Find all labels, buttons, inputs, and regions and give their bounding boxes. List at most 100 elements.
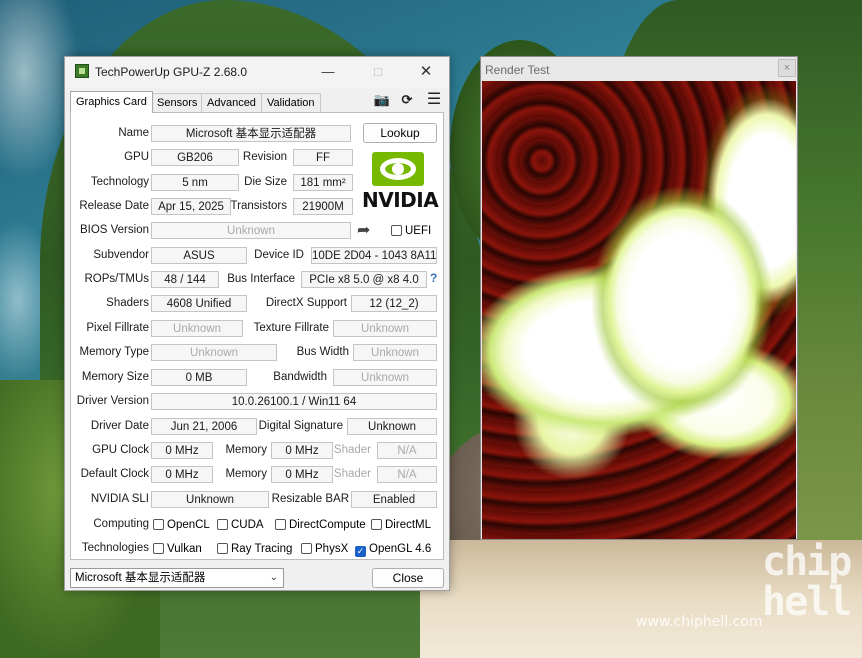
minimize-button[interactable]: —: [305, 59, 351, 85]
rops-tmus-field: 48 / 144: [151, 271, 219, 288]
watermark-logo: chip hell: [762, 539, 852, 625]
memory-size-label: Memory Size: [81, 371, 149, 383]
opengl-label: OpenGL 4.6: [369, 543, 432, 555]
uefi-checkbox-box[interactable]: [391, 225, 402, 236]
directml-checkbox[interactable]: DirectML: [371, 518, 431, 532]
vulkan-checkbox-box[interactable]: [153, 543, 164, 554]
gpu-memory-label: Memory: [225, 444, 267, 456]
default-shader-label: Shader: [333, 468, 371, 480]
release-date-label: Release Date: [79, 200, 149, 212]
uefi-label: UEFI: [405, 225, 432, 237]
ray-tracing-checkbox-box[interactable]: [217, 543, 228, 554]
vulkan-checkbox[interactable]: Vulkan: [153, 542, 202, 556]
physx-checkbox-box[interactable]: [301, 543, 312, 554]
default-memory-label: Memory: [225, 468, 267, 480]
nvidia-logo: NVIDIA: [360, 150, 440, 214]
gpu-clock-label: GPU Clock: [92, 444, 149, 456]
technology-label: Technology: [90, 176, 149, 188]
bandwidth-label: Bandwidth: [273, 371, 327, 383]
rops-tmus-label: ROPs/TMUs: [84, 273, 149, 285]
gpu-memory-field: 0 MHz: [271, 442, 333, 459]
render-test-close-button[interactable]: ×: [778, 59, 796, 77]
texture-fillrate-label: Texture Fillrate: [253, 322, 329, 334]
cuda-checkbox[interactable]: CUDA: [217, 518, 264, 532]
digital-signature-field: Unknown: [347, 418, 437, 435]
tab-validation[interactable]: Validation: [261, 93, 321, 112]
close-window-button[interactable]: ✕: [403, 59, 449, 85]
tab-advanced[interactable]: Advanced: [201, 93, 262, 112]
opengl-checkbox-box[interactable]: ✓: [355, 546, 366, 557]
cuda-label: CUDA: [231, 519, 264, 531]
transistors-label: Transistors: [230, 200, 287, 212]
directcompute-checkbox[interactable]: DirectCompute: [275, 518, 366, 532]
subvendor-label: Subvendor: [93, 249, 149, 261]
directx-support-field: 12 (12_2): [351, 295, 437, 312]
maximize-button[interactable]: □: [355, 59, 401, 85]
tab-graphics-card[interactable]: Graphics Card: [70, 91, 153, 113]
device-select-value: Microsoft 基本显示适配器: [75, 572, 206, 584]
bus-interface-field: PCIe x8 5.0 @ x8 4.0: [301, 271, 427, 288]
technology-field: 5 nm: [151, 174, 239, 191]
opencl-checkbox[interactable]: OpenCL: [153, 518, 210, 532]
device-id-label: Device ID: [254, 249, 304, 261]
vulkan-label: Vulkan: [167, 543, 202, 555]
shaders-label: Shaders: [106, 297, 149, 309]
graphics-card-panel: Name Microsoft 基本显示适配器 Lookup GPU GB206 …: [70, 112, 444, 560]
bios-version-field: Unknown: [151, 222, 351, 239]
digital-signature-label: Digital Signature: [258, 420, 343, 432]
render-test-canvas: [482, 81, 796, 539]
directml-label: DirectML: [385, 519, 432, 531]
device-select[interactable]: Microsoft 基本显示适配器 ⌄: [70, 568, 284, 588]
transistors-field: 21900M: [293, 198, 353, 215]
gpu-shader-field: N/A: [377, 442, 437, 459]
memory-type-field: Unknown: [151, 344, 277, 361]
driver-date-field: Jun 21, 2006: [151, 418, 257, 435]
gpu-clock-field: 0 MHz: [151, 442, 213, 459]
bus-interface-help-icon[interactable]: ?: [430, 271, 437, 285]
render-test-window: Render Test ×: [480, 56, 798, 540]
gpu-field: GB206: [151, 149, 239, 166]
lookup-button[interactable]: Lookup: [363, 123, 437, 143]
ray-tracing-checkbox[interactable]: Ray Tracing: [217, 542, 292, 556]
gpu-shader-label: Shader: [333, 444, 371, 456]
nvidia-wordmark: NVIDIA: [362, 188, 439, 212]
texture-fillrate-field: Unknown: [333, 320, 437, 337]
directx-support-label: DirectX Support: [265, 297, 347, 309]
opencl-checkbox-box[interactable]: [153, 519, 164, 530]
watermark-url: www.chiphell.com: [636, 614, 763, 630]
technologies-label: Technologies: [81, 542, 149, 554]
revision-label: Revision: [242, 151, 287, 163]
title-bar[interactable]: TechPowerUp GPU-Z 2.68.0 — □ ✕: [65, 57, 449, 87]
directcompute-checkbox-box[interactable]: [275, 519, 286, 530]
physx-label: PhysX: [315, 543, 349, 555]
name-label: Name: [118, 127, 149, 139]
uefi-checkbox[interactable]: UEFI: [391, 224, 431, 238]
close-button[interactable]: Close: [372, 568, 444, 588]
pixel-fillrate-field: Unknown: [151, 320, 243, 337]
memory-size-field: 0 MB: [151, 369, 247, 386]
chevron-down-icon: ⌄: [269, 572, 278, 583]
share-icon[interactable]: ➦: [357, 220, 379, 239]
menu-icon[interactable]: ☰: [425, 92, 443, 108]
physx-checkbox[interactable]: PhysX: [301, 542, 348, 556]
memory-type-label: Memory Type: [79, 346, 149, 358]
name-field: Microsoft 基本显示适配器: [151, 125, 351, 142]
ray-tracing-label: Ray Tracing: [231, 543, 293, 555]
cuda-checkbox-box[interactable]: [217, 519, 228, 530]
default-shader-field: N/A: [377, 466, 437, 483]
revision-field: FF: [293, 149, 353, 166]
nvidia-sli-field: Unknown: [151, 491, 269, 508]
gpuz-window: TechPowerUp GPU-Z 2.68.0 — □ ✕ Graphics …: [64, 56, 450, 591]
gpu-label: GPU: [124, 151, 149, 163]
default-memory-field: 0 MHz: [271, 466, 333, 483]
window-title: TechPowerUp GPU-Z 2.68.0: [95, 65, 248, 79]
opengl-checkbox[interactable]: ✓ OpenGL 4.6: [355, 542, 431, 557]
tab-sensors[interactable]: Sensors: [151, 93, 204, 112]
render-test-title: Render Test: [485, 63, 550, 77]
die-size-field: 181 mm²: [293, 174, 353, 191]
refresh-icon[interactable]: ⟳: [398, 92, 416, 108]
camera-icon[interactable]: 📷: [373, 92, 391, 108]
directml-checkbox-box[interactable]: [371, 519, 382, 530]
default-clock-label: Default Clock: [80, 468, 149, 480]
nvidia-sli-label: NVIDIA SLI: [90, 493, 149, 505]
